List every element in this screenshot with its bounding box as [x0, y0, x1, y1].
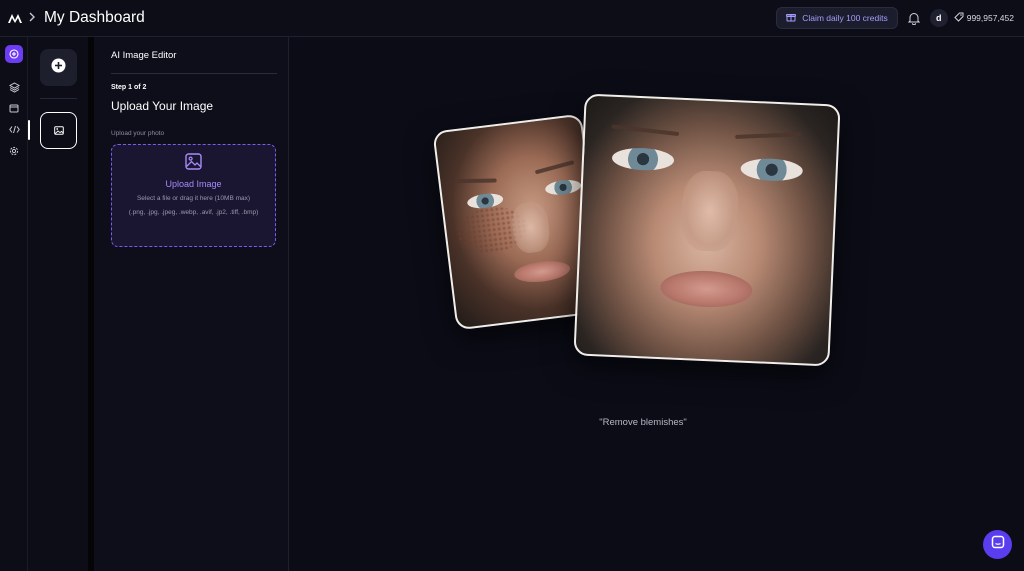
- logo-icon[interactable]: [8, 13, 22, 23]
- before-photo-brow-right: [534, 160, 575, 175]
- after-photo-brow-left: [611, 124, 680, 137]
- chat-icon: [991, 535, 1005, 554]
- after-photo-brow-right: [735, 132, 802, 140]
- upload-heading: Upload Your Image: [111, 99, 214, 113]
- before-photo-brow-left: [456, 178, 497, 184]
- bell-icon[interactable]: [904, 8, 924, 28]
- example-caption: "Remove blemishes": [599, 417, 687, 428]
- credits-value: 999,957,452: [966, 13, 1014, 23]
- after-photo-lips: [659, 269, 754, 310]
- editor-panel: AI Image Editor Step 1 of 2 Upload Your …: [94, 37, 289, 571]
- upload-instructions: Select a file or drag it here (10MB max): [136, 195, 251, 202]
- image-icon: [53, 122, 64, 140]
- after-photo-nose: [680, 169, 740, 253]
- credits-balance[interactable]: 999,957,452: [954, 12, 1014, 24]
- after-photo-eye-left: [611, 146, 675, 172]
- add-tool-button[interactable]: [40, 49, 77, 86]
- preview-canvas: "Remove blemishes": [289, 37, 1024, 571]
- layers-icon[interactable]: [5, 78, 23, 96]
- after-photo: [573, 93, 841, 367]
- upload-image-label: Upload Image: [165, 179, 222, 189]
- add-icon: [51, 58, 66, 78]
- before-photo-lips: [513, 258, 572, 285]
- claim-credits-button[interactable]: Claim daily 100 credits: [776, 7, 898, 29]
- settings-icon[interactable]: [5, 142, 23, 160]
- upload-field-label: Upload your photo: [111, 130, 165, 137]
- top-bar: My Dashboard Claim daily 100 credits d 9…: [0, 0, 1024, 37]
- claim-credits-label: Claim daily 100 credits: [802, 13, 888, 23]
- active-tool-marker: [28, 120, 30, 140]
- top-right-controls: Claim daily 100 credits d 999,957,452: [776, 7, 1014, 29]
- code-icon[interactable]: [5, 120, 23, 138]
- wallet-icon[interactable]: [5, 99, 23, 117]
- panel-title: AI Image Editor: [111, 50, 177, 61]
- upload-dropzone[interactable]: Upload Image Select a file or drag it he…: [111, 144, 276, 247]
- after-photo-eye-right: [740, 157, 804, 183]
- chevron-right-icon[interactable]: [28, 12, 38, 25]
- page-title: My Dashboard: [44, 9, 145, 26]
- icon-rail: [0, 37, 28, 571]
- app-root: My Dashboard Claim daily 100 credits d 9…: [0, 0, 1024, 571]
- tool-column: [28, 37, 88, 571]
- avatar[interactable]: d: [929, 9, 948, 27]
- before-photo-eye-right: [544, 178, 582, 197]
- panel-divider-line: [111, 73, 277, 74]
- chat-support-button[interactable]: [983, 530, 1012, 559]
- tag-icon: [954, 12, 964, 24]
- image-editor-tool-button[interactable]: [40, 112, 77, 149]
- tool-separator: [40, 98, 77, 99]
- step-indicator: Step 1 of 2: [111, 84, 147, 91]
- upload-formats: (.png, .jpg, .jpeg, .webp, .avif, .jp2, …: [128, 209, 259, 216]
- before-photo-nose: [509, 200, 552, 255]
- gift-icon: [786, 12, 797, 24]
- image-upload-icon: [185, 153, 202, 175]
- create-icon[interactable]: [5, 45, 23, 63]
